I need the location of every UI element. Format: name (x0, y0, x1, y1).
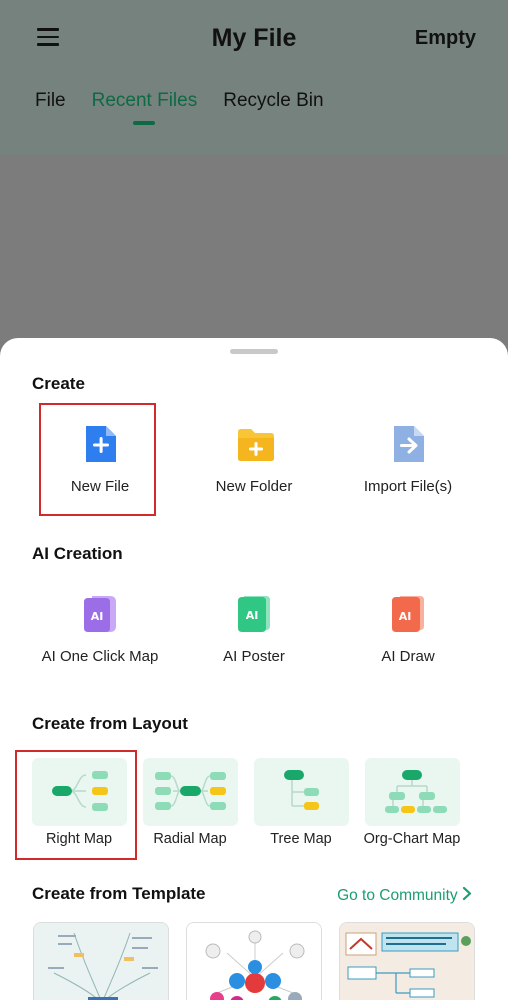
section-title-create: Create (32, 374, 85, 393)
ai-one-click-map-label: AI One Click Map (41, 648, 159, 665)
section-title-create-from-template: Create from Template (32, 884, 206, 903)
ai-one-click-map-icon: AI (82, 594, 118, 634)
template-thumbnail-3[interactable] (339, 922, 475, 1000)
go-to-community-link[interactable]: Go to Community (337, 886, 472, 906)
book-report-template-preview (340, 923, 474, 1000)
highlight-new-file (39, 403, 156, 516)
section-title-ai-creation: AI Creation (32, 544, 123, 563)
import-files-label: Import File(s) (363, 478, 453, 495)
tab-bar: File Recent Files Recycle Bin (35, 90, 350, 112)
tab-recent-files[interactable]: Recent Files (92, 90, 198, 112)
ai-draw-label: AI Draw (381, 648, 435, 665)
ai-poster-icon: AI (236, 594, 272, 634)
layout-label-tree-map: Tree Map (270, 831, 332, 847)
radial-map-icon (155, 772, 226, 810)
empty-button[interactable]: Empty (415, 27, 476, 50)
highlight-right-map (15, 750, 137, 860)
new-folder-icon (236, 424, 274, 464)
bubble-map-template-preview (187, 923, 321, 1000)
svg-text:AI: AI (246, 609, 259, 622)
import-file-icon (390, 424, 426, 464)
sheet-grabber[interactable] (230, 349, 278, 354)
layout-label-radial-map: Radial Map (153, 831, 227, 847)
ai-draw-icon: AI (390, 594, 426, 634)
mind-map-template-preview (34, 923, 168, 1000)
svg-text:AI: AI (91, 610, 104, 623)
layout-card-tree-map[interactable] (254, 758, 349, 826)
layout-label-org-chart-map: Org-Chart Map (363, 831, 461, 847)
tree-map-icon (284, 770, 319, 810)
layout-card-radial-map[interactable] (143, 758, 238, 826)
svg-text:AI: AI (399, 610, 412, 623)
layout-card-org-chart-map[interactable] (365, 758, 460, 826)
template-thumbnail-2[interactable] (186, 922, 322, 1000)
tab-file[interactable]: File (35, 90, 66, 112)
chevron-right-icon (462, 886, 472, 906)
org-chart-map-icon (385, 770, 447, 813)
header: My File Empty File Recent Files Recycle … (0, 0, 508, 155)
tab-recycle-bin[interactable]: Recycle Bin (223, 90, 323, 112)
go-to-community-label: Go to Community (337, 887, 458, 905)
create-bottom-sheet: Create New File New Folder Import File(s… (0, 338, 508, 1000)
template-thumbnail-1[interactable] (33, 922, 169, 1000)
ai-poster-label: AI Poster (223, 648, 285, 665)
section-title-create-from-layout: Create from Layout (32, 714, 188, 733)
new-folder-label: New Folder (215, 478, 293, 495)
active-tab-indicator (133, 121, 155, 125)
